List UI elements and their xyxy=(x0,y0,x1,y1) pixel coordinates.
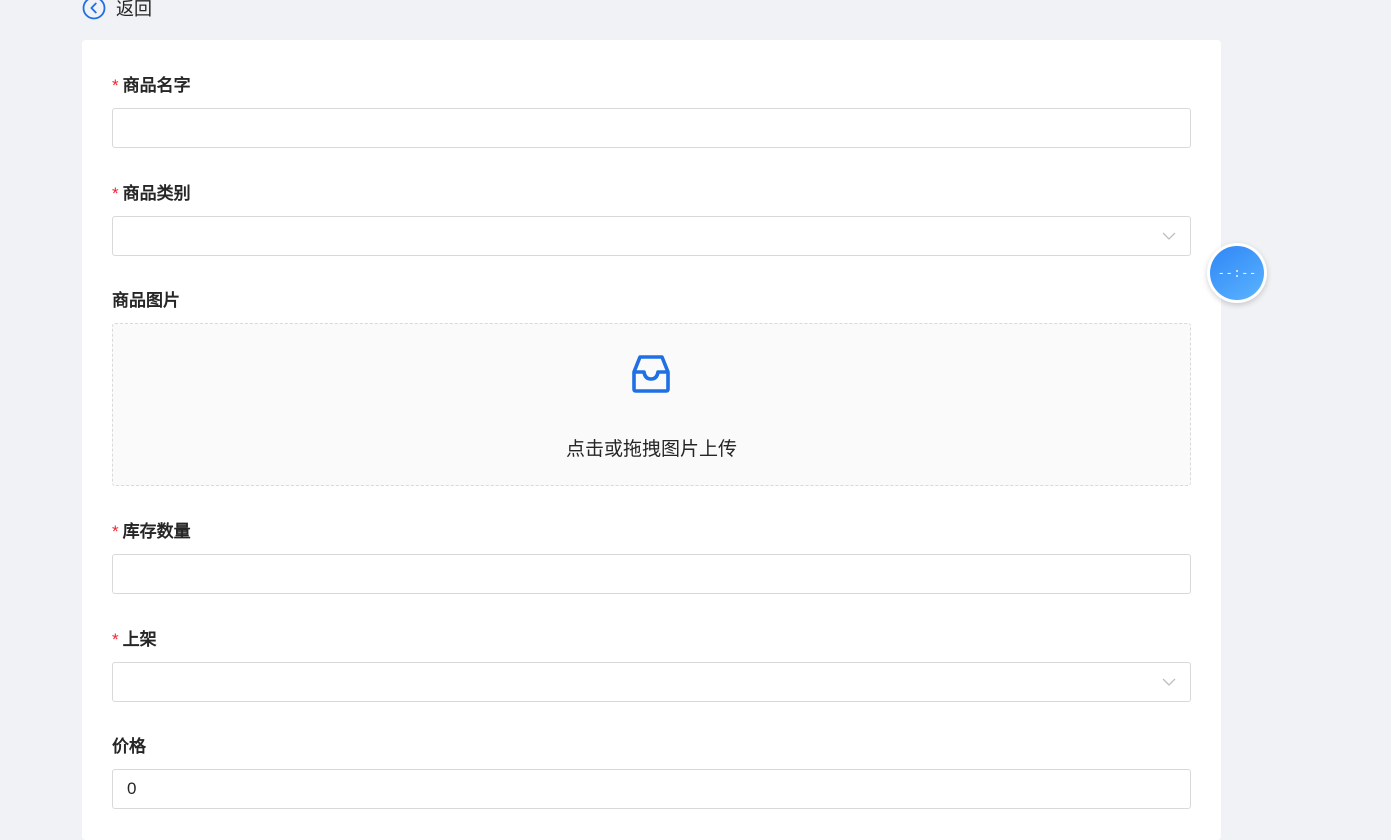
timer-face: --:-- xyxy=(1210,246,1264,300)
required-mark: * xyxy=(112,630,119,649)
product-image-label: 商品图片 xyxy=(112,291,180,311)
on-shelf-select[interactable] xyxy=(112,662,1191,702)
image-upload-dropzone[interactable]: 点击或拖拽图片上传 xyxy=(112,323,1191,486)
stock-quantity-label: * 库存数量 xyxy=(112,522,191,542)
stock-quantity-input[interactable] xyxy=(112,554,1191,594)
product-name-input[interactable] xyxy=(112,108,1191,148)
inbox-icon xyxy=(632,355,670,393)
required-mark: * xyxy=(112,184,119,203)
product-name-label: * 商品名字 xyxy=(112,76,191,96)
product-category-select[interactable] xyxy=(112,216,1191,256)
product-form-card: *商品名字 *商品类别 商品图片 点击或拖拽图片上传 *库存数量 *上架 xyxy=(82,40,1221,840)
on-shelf-label: * 上架 xyxy=(112,630,157,650)
required-mark: * xyxy=(112,76,119,95)
chevron-down-icon xyxy=(1162,678,1176,686)
product-category-label: * 商品类别 xyxy=(112,184,191,204)
back-button[interactable]: 返回 xyxy=(82,0,152,21)
price-label: 价格 xyxy=(112,737,146,757)
upload-hint-text: 点击或拖拽图片上传 xyxy=(565,438,737,460)
timer-text: --:-- xyxy=(1217,265,1257,281)
back-label: 返回 xyxy=(116,0,152,20)
price-input[interactable]: 0 xyxy=(112,769,1191,809)
required-mark: * xyxy=(112,522,119,541)
floating-timer-button[interactable]: --:-- xyxy=(1207,243,1267,303)
chevron-left-circle-icon xyxy=(82,0,106,20)
price-value: 0 xyxy=(127,779,137,798)
chevron-down-icon xyxy=(1162,232,1176,240)
